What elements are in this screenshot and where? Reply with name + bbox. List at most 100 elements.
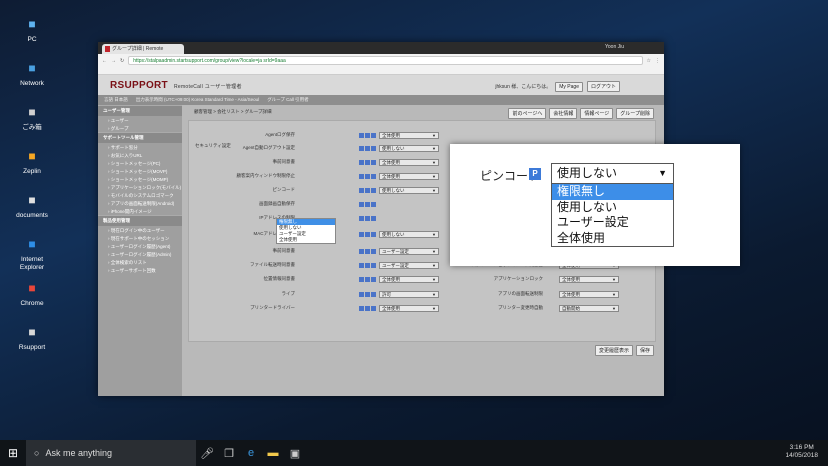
badge-icon [371,216,376,221]
desktop-icon[interactable]: ■ PC [8,14,56,44]
forward-icon[interactable]: → [111,58,116,64]
setting-select[interactable]: ユーザー設定 [379,248,439,255]
cortana-search[interactable]: ○ Ask me anything [26,440,196,466]
desktop-icon[interactable]: ■ Chrome [8,278,56,308]
badge-icon [365,174,370,179]
pincode-option[interactable]: ユーザー設定 [552,215,673,231]
bottom-action-button[interactable]: 保存 [635,345,654,356]
pincode-option[interactable]: 使用しない [552,200,673,216]
section-label: セキュリティ設定 [195,143,231,148]
menu-icon[interactable]: ⋮ [655,58,660,64]
sidebar-item[interactable]: › 全体検索のリスト [98,258,182,266]
sidebar-item[interactable]: › グループ [98,124,182,132]
top-action-button[interactable]: グループ削除 [616,108,654,119]
badge-icon [359,133,364,138]
sidebar-item[interactable]: › ユーザー [98,116,182,124]
star-icon[interactable]: ☆ [647,58,651,64]
logout-button[interactable]: ログアウト [586,81,620,92]
badge-icon [365,292,370,297]
setting-label: Agent自動ログアウト設定 [242,145,295,150]
setting-label: アプリケーションロック [493,276,543,281]
permission-badges-icon [359,263,376,268]
sub-header: 言語 日本語 出力表示時間 (UTC+09:00) Korea Standard … [98,95,664,105]
setting-select[interactable]: 自動開始 [559,305,619,312]
dropdown-option[interactable]: 全体使用 [277,237,335,243]
badge-icon [359,306,364,311]
sidebar-item[interactable]: › ショートメッセージ(MOVP) [98,167,182,175]
bottom-action-button[interactable]: 変更履歴表示 [594,345,633,356]
desktop-icon[interactable]: ■ Zeplin [8,146,56,176]
sidebar-item[interactable]: › モバイルのシステムロゴマーク [98,191,182,199]
permission-badges-icon [359,306,376,311]
mypage-button[interactable]: My Page [555,81,583,92]
task-view-icon[interactable]: ❐ [218,440,240,466]
address-bar-row: ← → ↻ https://stalpaadmin.startsupport.c… [98,54,664,67]
pincode-selected-value: 使用しない [557,166,618,180]
setting-select[interactable]: 全体使用 [559,291,619,298]
sidebar-item[interactable]: › iPhone開内イメージ [98,207,182,215]
setting-select[interactable]: 全体使用 [559,276,619,283]
desktop-icon[interactable]: ■ Rsupport [8,322,56,352]
tab-bar: グループ詳細 | Remote Yoon Jiu [98,42,664,54]
sidebar-section-title: ユーザー管理 [98,105,182,116]
top-action-button[interactable]: 前のページへ [508,108,547,119]
zoom-callout: ピンコード P 使用しない ▼ 権限無し 使用しない ユーザー設定 全体使用 [450,144,740,266]
sidebar-item[interactable]: › ユーザーログイン履歴(Admin) [98,250,182,258]
setting-select[interactable]: 許可 [379,291,439,298]
edge-icon[interactable]: e [240,440,262,466]
desktop-icon[interactable]: ■ documents [8,190,56,220]
setting-select[interactable]: 全体使用 [379,305,439,312]
sidebar-item[interactable]: › 現在ログイン中のユーザー [98,226,182,234]
top-action-button[interactable]: 会社情報 [549,108,578,119]
badge-icon [365,249,370,254]
sidebar-item[interactable]: › サポート窓分 [98,143,182,151]
url-field[interactable]: https://stalpaadmin.startsupport.com/gro… [128,56,643,65]
sidebar-item[interactable]: › アプリの画面転送制限(Android) [98,199,182,207]
back-icon[interactable]: ← [102,58,107,64]
sidebar-item[interactable]: › お気に入りURL [98,151,182,159]
setting-select[interactable]: 全体使用 [379,173,439,180]
reload-icon[interactable]: ↻ [120,58,124,64]
setting-select[interactable]: 全体使用 [379,132,439,139]
desktop-icon[interactable]: ■ ごみ箱 [8,102,56,132]
store-icon[interactable]: ▣ [284,440,306,466]
top-action-button[interactable]: 情報ページ [580,108,614,119]
subheader-item: 出力表示時間 (UTC+09:00) Korea Standard Time -… [135,97,260,102]
setting-select[interactable]: 全体使用 [379,159,439,166]
badge-icon [365,188,370,193]
setting-select[interactable]: ユーザー設定 [379,262,439,269]
file-explorer-icon[interactable]: ▬ [262,440,284,466]
badge-icon [359,202,364,207]
badge-icon [365,133,370,138]
setting-label: プリンタードライバー [250,305,295,310]
system-clock[interactable]: 3:16 PM 14/05/2018 [785,444,818,460]
windows-start-icon[interactable]: ⊞ [0,440,26,466]
setting-select[interactable]: 使用しない [379,187,439,194]
sidebar-item[interactable]: › ユーザーサポート回数 [98,266,182,274]
browser-tab[interactable]: グループ詳細 | Remote [102,44,184,54]
badge-icon [365,216,370,221]
bookmark-bar [98,67,664,75]
badge-icon [371,292,376,297]
pincode-option[interactable]: 権限無し [552,184,673,200]
setting-label: アプリの画面転送制限 [498,291,543,296]
sidebar-item[interactable]: › アプリケーションロック(モバイル) [98,183,182,191]
desktop-icon[interactable]: ■ Internet Explorer [8,234,56,272]
subheader-item: 言語 日本語 [104,97,128,102]
sidebar-item[interactable]: › ユーザーログイン履歴(Agent) [98,242,182,250]
setting-label: ライブ [281,291,296,296]
desktop-icon[interactable]: ■ Network [8,58,56,88]
sidebar-item[interactable]: › ショートメッセージ(MOMP) [98,175,182,183]
setting-select[interactable]: 使用しない [379,145,439,152]
clock-time: 3:16 PM [789,444,814,451]
microphone-icon[interactable]: 🎤︎ [196,440,218,466]
sidebar-item[interactable]: › ショートメッセージ(PC) [98,159,182,167]
permission-badges-icon [359,232,376,237]
setting-select[interactable]: 全体使用 [379,276,439,283]
pincode-option[interactable]: 全体使用 [552,231,673,247]
permission-badges-icon [359,146,376,151]
pincode-select[interactable]: 使用しない ▼ [551,163,674,184]
setting-select[interactable]: 使用しない [379,231,439,238]
setting-label: ファイル転送時同意書 [250,262,295,267]
sidebar-item[interactable]: › 現在サポート中のセッション [98,234,182,242]
